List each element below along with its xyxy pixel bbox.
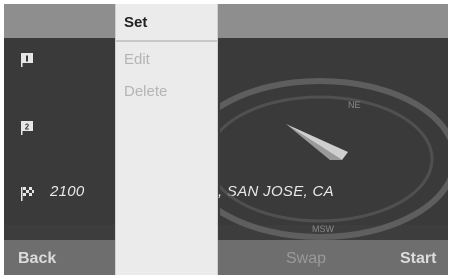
- softkey-bar: [4, 240, 448, 275]
- compass-sw-label: MSW: [312, 224, 335, 234]
- compass-rose-icon: NE MSW: [220, 78, 448, 240]
- compass-ne-label: NE: [348, 100, 361, 110]
- nav-screen: 2 2100 , SAN JOSE, CA NE MSW Back Swap S…: [4, 4, 448, 275]
- swap-button[interactable]: Swap: [286, 250, 326, 268]
- svg-text:2: 2: [25, 123, 30, 132]
- context-menu: Set Edit Delete: [115, 4, 218, 275]
- menu-item-edit[interactable]: Edit: [124, 51, 150, 68]
- menu-item-delete[interactable]: Delete: [124, 83, 167, 100]
- top-bar: [4, 4, 448, 38]
- destination-flag-icon: [21, 187, 34, 201]
- menu-divider: [116, 40, 217, 42]
- back-button[interactable]: Back: [18, 250, 56, 268]
- destination-address-left: 2100: [50, 183, 85, 200]
- waypoint-1-flag-icon: [21, 53, 33, 67]
- menu-item-set[interactable]: Set: [124, 14, 147, 31]
- waypoint-2-flag-icon: 2: [21, 121, 33, 135]
- start-button[interactable]: Start: [400, 250, 436, 268]
